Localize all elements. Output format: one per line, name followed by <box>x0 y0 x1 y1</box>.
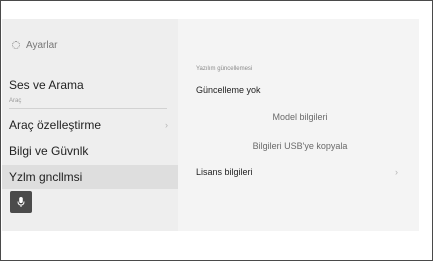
update-status-text: Güncelleme yok <box>196 85 261 95</box>
sidebar-header: Ayarlar <box>12 37 58 53</box>
section-label: Yazılım güncellemesi <box>196 66 253 72</box>
microphone-icon <box>17 197 25 207</box>
gear-icon <box>12 41 20 49</box>
sidebar-item-sound-and-call[interactable]: Ses ve Arama <box>2 73 178 97</box>
model-info-label: Model bilgileri <box>272 112 328 122</box>
settings-screen: Ayarlar Ses ve Arama Araç Araç özelleşti… <box>2 19 419 231</box>
voice-button[interactable] <box>10 191 32 213</box>
sidebar-header-label: Ayarlar <box>26 39 58 51</box>
software-update-panel: Yazılım güncellemesi Güncelleme yok Mode… <box>178 19 419 231</box>
license-info-label: Lisans bilgileri <box>196 167 253 177</box>
sidebar-item-info-and-security[interactable]: Bilgi ve Güvnlk <box>2 139 178 163</box>
sidebar-item-label: Bilgi ve Güvnlk <box>9 144 89 158</box>
copy-to-usb-label: Bilgileri USB'ye kopyala <box>252 141 348 151</box>
sidebar-item-vehicle-customization[interactable]: Araç özelleştirme › <box>2 113 178 137</box>
sidebar-item-label: Ses ve Arama <box>9 78 84 92</box>
sidebar-item-label: Yzlm gncllmsi <box>9 170 83 184</box>
sidebar-item-label: Araç özelleştirme <box>9 118 102 132</box>
model-info-button[interactable]: Model bilgileri <box>196 108 404 126</box>
copy-to-usb-button[interactable]: Bilgileri USB'ye kopyala <box>196 137 404 155</box>
display-frame: Ayarlar Ses ve Arama Araç Araç özelleşti… <box>0 0 433 261</box>
license-info-row[interactable]: Lisans bilgileri › <box>196 163 404 181</box>
chevron-right-icon: › <box>395 167 398 177</box>
update-status-row: Güncelleme yok <box>196 81 404 99</box>
settings-sidebar: Ayarlar Ses ve Arama Araç Araç özelleşti… <box>2 19 178 231</box>
sidebar-divider <box>9 108 167 109</box>
sidebar-section-label: Araç <box>9 98 22 104</box>
chevron-right-icon: › <box>165 120 168 130</box>
sidebar-item-software-update[interactable]: Yzlm gncllmsi <box>2 165 178 189</box>
